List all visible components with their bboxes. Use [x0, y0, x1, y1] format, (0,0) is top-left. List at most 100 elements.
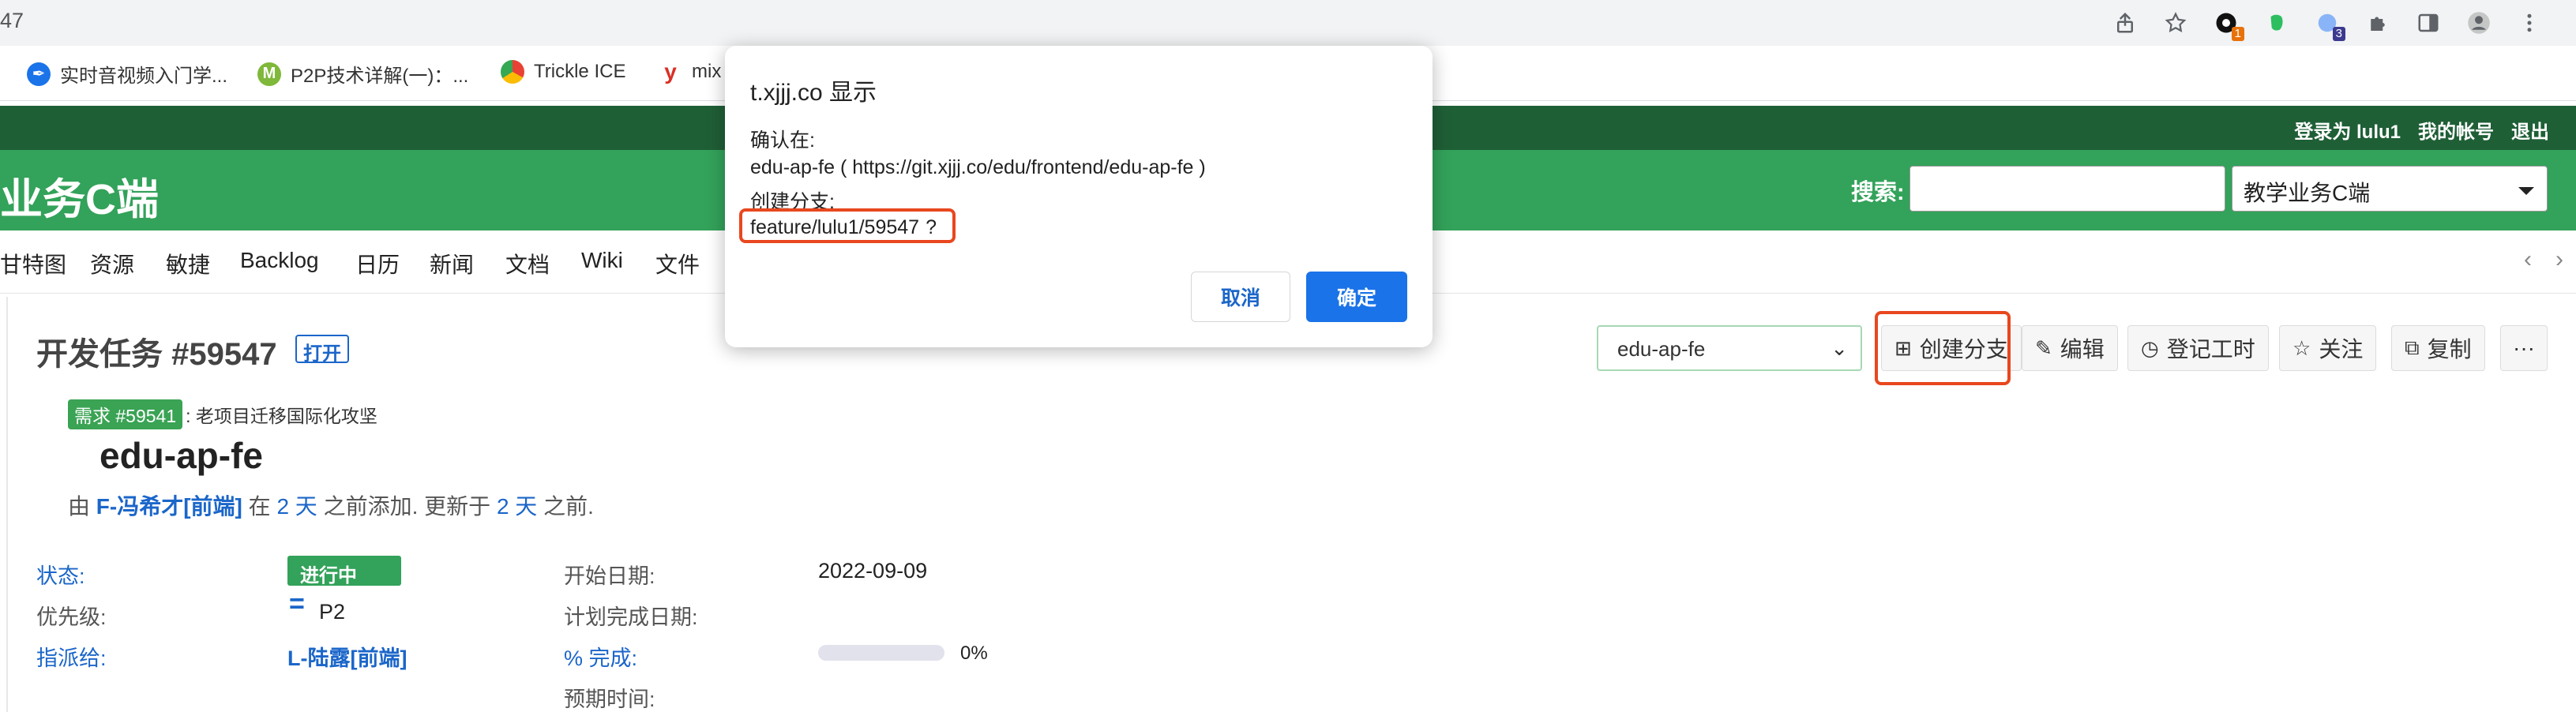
content-divider: [6, 297, 8, 712]
bookmark-item[interactable]: ✒ 实时音视频入门学...: [27, 60, 227, 88]
pencil-icon: ✎: [2035, 335, 2052, 360]
bookmark-item[interactable]: M P2P技术详解(一)：...: [257, 60, 468, 88]
watch-label: 关注: [2319, 337, 2364, 362]
dialog-repo-line: edu-ap-fe ( https://git.xjjj.co/edu/fron…: [750, 156, 1206, 178]
cancel-button[interactable]: 取消: [1191, 272, 1290, 322]
issue-subject: edu-ap-fe: [100, 435, 263, 476]
menu-item-backlog[interactable]: Backlog: [240, 248, 319, 273]
watch-button[interactable]: ☆ 关注: [2279, 325, 2377, 371]
copy-icon: ⧉: [2405, 335, 2420, 359]
extensions-puzzle-icon[interactable]: [2363, 8, 2393, 38]
dialog-confirm-label: 确认在:: [750, 129, 815, 152]
logged-in-as: 登录为 lulu1: [2294, 122, 2401, 143]
done-ratio-label: % 完成:: [564, 646, 638, 670]
updated-ago-link[interactable]: 2 天: [497, 494, 537, 519]
logout-link[interactable]: 退出: [2511, 116, 2549, 144]
added-suffix: 之前添加. 更新于: [323, 494, 491, 519]
copy-label: 复制: [2427, 337, 2472, 362]
bookmark-item[interactable]: Trickle ICE: [501, 60, 625, 84]
menu-item-news[interactable]: 新闻: [430, 248, 474, 279]
bookmark-label: mix: [692, 61, 722, 82]
ellipsis-icon: ···: [2513, 335, 2535, 360]
extension-github-icon[interactable]: 1: [2211, 8, 2244, 41]
menu-item-agile[interactable]: 敏捷: [166, 248, 210, 279]
highlight-box: [1875, 311, 2011, 385]
priority-value: P2: [319, 600, 346, 624]
extension-badge: 1: [2231, 27, 2244, 41]
issue-title: 开发任务 #59547: [36, 337, 277, 372]
priority-equal-icon: =: [289, 589, 305, 619]
extension-badge: 3: [2332, 27, 2345, 41]
search-input[interactable]: [1909, 166, 2225, 212]
bookmark-star-icon[interactable]: [2161, 8, 2191, 38]
menu-scroll-left-icon[interactable]: ‹: [2524, 246, 2532, 273]
estimated-time-label: 预期时间:: [564, 688, 655, 711]
dialog-title: t.xjjj.co 显示: [750, 80, 877, 106]
my-account-link[interactable]: 我的帐号: [2418, 116, 2494, 144]
status-label: 状态:: [36, 564, 85, 588]
project-title: 业务C端: [0, 176, 159, 223]
more-actions-button[interactable]: ···: [2500, 325, 2548, 371]
repository-branch-select[interactable]: edu-ap-fe ⌄: [1597, 325, 1862, 371]
y-logo-icon: y: [664, 59, 677, 84]
project-select-value: 教学业务C端: [2244, 181, 2371, 205]
bookmark-label: P2P技术详解(一)：...: [291, 66, 469, 87]
added-ago-link[interactable]: 2 天: [276, 494, 317, 519]
start-date-label: 开始日期:: [564, 564, 655, 588]
menu-item-files[interactable]: 文件: [655, 248, 700, 279]
assignee-label: 指派给:: [36, 646, 107, 670]
address-bar[interactable]: 47 1 3: [0, 0, 2576, 46]
author-prefix: 由: [68, 494, 91, 519]
bookmark-item[interactable]: y mix: [659, 59, 722, 84]
edit-button[interactable]: ✎ 编辑: [2022, 325, 2118, 371]
clock-icon: ◷: [2141, 335, 2159, 360]
highlight-box: [739, 208, 956, 243]
menu-scroll-right-icon[interactable]: ›: [2555, 246, 2563, 273]
ok-button[interactable]: 确定: [1306, 272, 1407, 322]
pen-nib-icon: ✒: [27, 62, 51, 86]
side-panel-icon[interactable]: [2413, 8, 2443, 38]
parent-issue: 需求 #59541 : 老项目迁移国际化攻坚: [68, 399, 377, 429]
dropdown-caret-icon: [2518, 187, 2534, 195]
confirm-dialog: t.xjjj.co 显示 确认在: edu-ap-fe ( https://gi…: [725, 46, 1433, 347]
added-mid: 在: [248, 494, 271, 519]
priority-label: 优先级:: [36, 605, 107, 629]
search-label: 搜索:: [1851, 180, 1905, 205]
menu-item-resources[interactable]: 资源: [90, 248, 134, 279]
updated-suffix: 之前.: [543, 494, 594, 519]
status-tag: 打开: [295, 335, 349, 365]
author-link[interactable]: F-冯希才[前端]: [96, 494, 242, 519]
leaf-logo-icon: M: [257, 62, 281, 86]
status-value: 进行中: [287, 556, 401, 586]
start-date-value: 2022-09-09: [818, 559, 928, 583]
menu-item-documents[interactable]: 文档: [505, 248, 550, 279]
menu-item-calendar[interactable]: 日历: [355, 248, 400, 279]
due-date-label: 计划完成日期:: [564, 605, 698, 629]
log-time-button[interactable]: ◷ 登记工时: [2127, 325, 2269, 371]
project-jump-select[interactable]: 教学业务C端: [2232, 166, 2548, 212]
bookmark-label: 实时音视频入门学...: [60, 66, 228, 87]
profile-avatar-icon[interactable]: [2464, 8, 2494, 38]
share-icon[interactable]: [2110, 8, 2140, 38]
browser-toolbar: 1 3: [2110, 8, 2544, 41]
browser-menu-icon[interactable]: [2514, 8, 2544, 38]
extension-translate-icon[interactable]: 3: [2312, 8, 2345, 41]
bookmark-label: Trickle ICE: [534, 61, 626, 82]
extension-evernote-icon[interactable]: [2262, 8, 2292, 38]
issue-content: 开发任务 #59547 打开 edu-ap-fe ⌄ ⊞ 创建分支 ✎ 编辑 ◷…: [0, 297, 2576, 712]
done-ratio-progress-bar: [818, 645, 944, 661]
star-icon: ☆: [2292, 335, 2311, 360]
assignee-link[interactable]: L-陆露[前端]: [287, 641, 407, 672]
menu-item-wiki[interactable]: Wiki: [581, 248, 623, 273]
address-text[interactable]: 47: [0, 9, 24, 33]
edit-label: 编辑: [2060, 337, 2105, 362]
parent-issue-link[interactable]: 需求 #59541: [68, 399, 183, 429]
chevron-down-icon: ⌄: [1831, 336, 1848, 360]
copy-button[interactable]: ⧉ 复制: [2391, 325, 2485, 371]
branch-select-value: edu-ap-fe: [1617, 337, 1706, 361]
issue-author-line: 由 F-冯希才[前端] 在 2 天 之前添加. 更新于 2 天 之前.: [68, 489, 594, 521]
menu-item-gantt[interactable]: 甘特图: [0, 248, 66, 279]
done-ratio-text: 0%: [960, 643, 988, 664]
parent-issue-subject: : 老项目迁移国际化攻坚: [186, 406, 377, 426]
chrome-logo-icon: [501, 60, 524, 84]
